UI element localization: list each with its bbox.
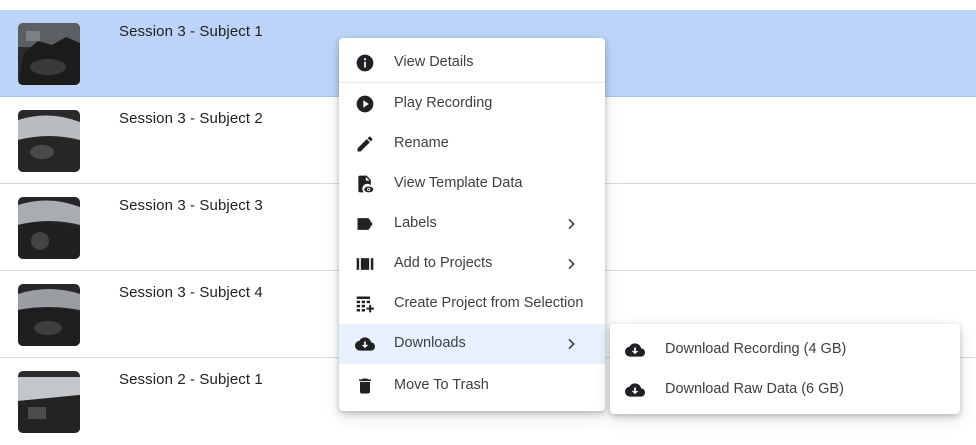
cloud-download-icon: [355, 337, 375, 351]
cloud-download-icon: [625, 383, 645, 397]
cloud-download-icon: [625, 343, 645, 357]
download-raw-data-item[interactable]: Download Raw Data (6 GB): [610, 370, 960, 410]
menu-item-label: Move To Trash: [394, 377, 489, 393]
downloads-submenu: Download Recording (4 GB) Download Raw D…: [610, 324, 960, 414]
pencil-icon: [357, 136, 373, 152]
menu-item-create-project[interactable]: Create Project from Selection: [339, 284, 605, 324]
menu-divider: [339, 82, 605, 83]
menu-item-downloads[interactable]: Downloads: [339, 324, 605, 364]
submenu-item-label: Download Raw Data (6 GB): [665, 381, 844, 397]
menu-item-rename[interactable]: Rename: [339, 124, 605, 164]
menu-item-label: Downloads: [394, 335, 466, 351]
play-circle-icon: [356, 95, 374, 113]
label-tag-icon: [357, 218, 373, 230]
info-icon: [356, 54, 374, 72]
menu-item-label: View Template Data: [394, 175, 523, 191]
menu-item-label: Add to Projects: [394, 255, 493, 271]
menu-item-label: View Details: [394, 54, 474, 70]
session-title: Session 2 - Subject 1: [119, 371, 263, 388]
file-eye-icon: [358, 175, 374, 193]
submenu-item-label: Download Recording (4 GB): [665, 341, 847, 357]
recording-thumbnail: [18, 110, 80, 172]
session-title: Session 3 - Subject 4: [119, 284, 263, 301]
recording-thumbnail: [18, 23, 80, 85]
session-title: Session 3 - Subject 1: [119, 23, 263, 40]
menu-item-label: Play Recording: [394, 95, 493, 111]
menu-item-add-to-projects[interactable]: Add to Projects: [339, 244, 605, 284]
menu-item-move-to-trash[interactable]: Move To Trash: [339, 366, 605, 406]
chevron-right-icon: [568, 338, 575, 350]
session-title: Session 3 - Subject 2: [119, 110, 263, 127]
menu-item-view-details[interactable]: View Details: [339, 43, 605, 83]
download-recording-item[interactable]: Download Recording (4 GB): [610, 330, 960, 370]
recording-thumbnail: [18, 197, 80, 259]
chevron-right-icon: [568, 258, 575, 270]
menu-item-play-recording[interactable]: Play Recording: [339, 84, 605, 124]
menu-item-view-template-data[interactable]: View Template Data: [339, 164, 605, 204]
menu-item-labels[interactable]: Labels: [339, 204, 605, 244]
menu-item-label: Labels: [394, 215, 437, 231]
projects-icon: [356, 258, 374, 270]
context-menu: View Details Play Recording Rename View …: [339, 38, 605, 411]
chevron-right-icon: [568, 218, 575, 230]
menu-item-label: Create Project from Selection: [394, 295, 584, 311]
trash-icon: [359, 378, 371, 394]
recording-thumbnail: [18, 284, 80, 346]
table-add-icon: [356, 296, 374, 313]
session-title: Session 3 - Subject 3: [119, 197, 263, 214]
menu-item-label: Rename: [394, 135, 449, 151]
recording-thumbnail: [18, 371, 80, 433]
